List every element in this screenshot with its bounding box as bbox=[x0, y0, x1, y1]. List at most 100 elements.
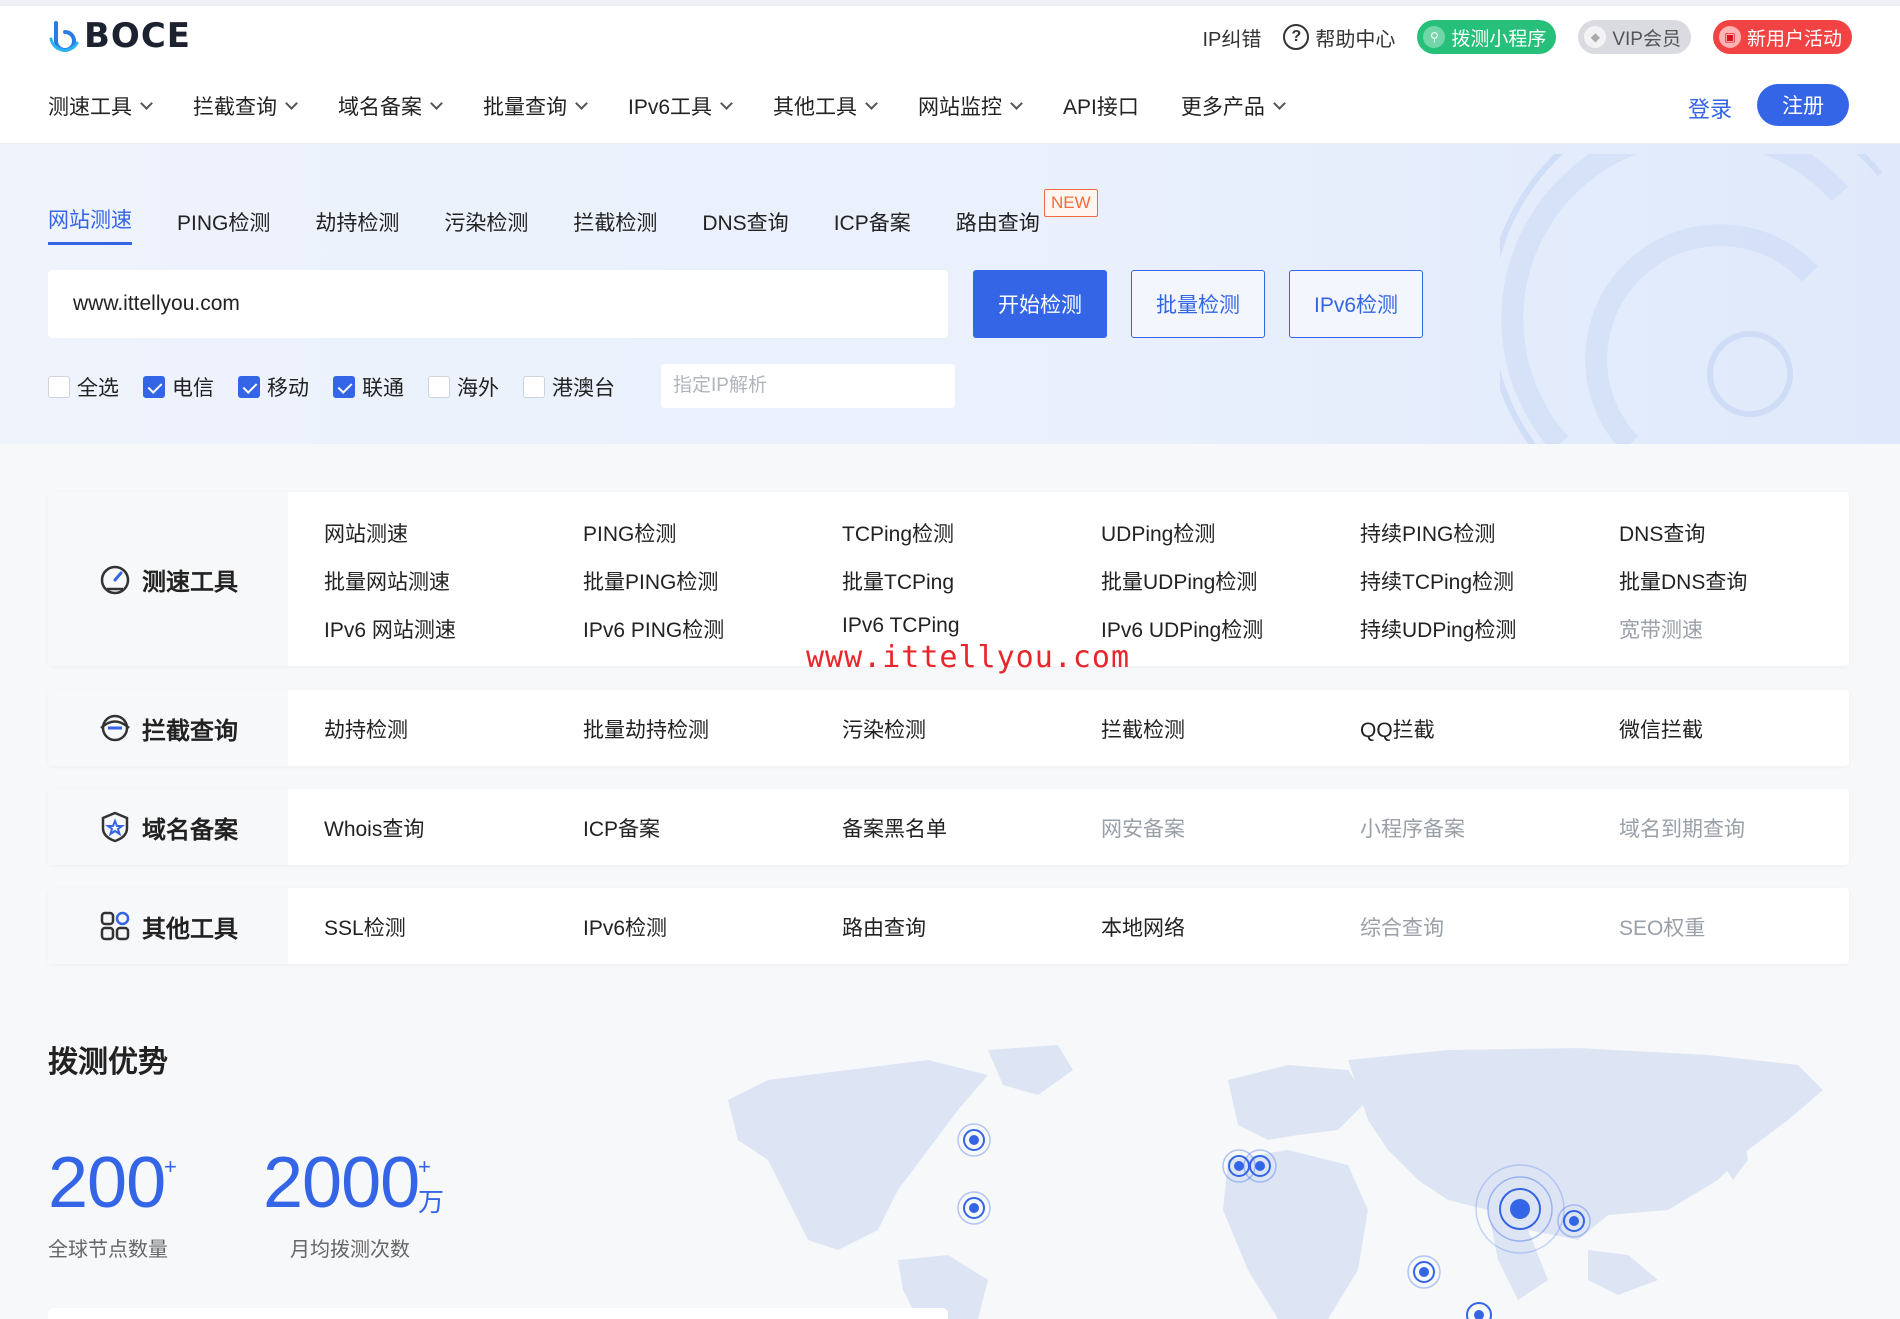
tool-link[interactable]: 本地网络 bbox=[1101, 912, 1185, 942]
tool-link[interactable]: IPv6 TCPing bbox=[842, 614, 960, 638]
tool-link[interactable]: PING检测 bbox=[583, 518, 676, 548]
advantage-title: 拨测优势 bbox=[48, 1046, 168, 1079]
shield-star-icon bbox=[101, 811, 129, 843]
tool-link[interactable]: 小程序备案 bbox=[1360, 813, 1465, 843]
tool-link[interactable]: Whois查询 bbox=[324, 813, 424, 843]
checkbox-select-all[interactable]: 全选 bbox=[48, 372, 119, 402]
tool-link[interactable]: 拦截检测 bbox=[1101, 714, 1185, 744]
tool-link[interactable]: 路由查询 bbox=[842, 912, 926, 942]
tool-link[interactable]: 持续TCPing检测 bbox=[1360, 566, 1514, 596]
tool-link[interactable]: 网站测速 bbox=[324, 518, 408, 548]
nav-label: IPv6工具 bbox=[628, 96, 713, 119]
register-button[interactable]: 注册 bbox=[1757, 84, 1849, 126]
checkbox-unicom[interactable]: 联通 bbox=[333, 372, 404, 402]
tab-intercept[interactable]: 拦截检测 bbox=[573, 207, 657, 245]
search-tabs: 网站测速 PING检测 劫持检测 污染检测 拦截检测 DNS查询 ICP备案 路… bbox=[48, 204, 1085, 245]
batch-check-button[interactable]: 批量检测 bbox=[1131, 270, 1265, 338]
tool-link[interactable]: 宽带测速 bbox=[1619, 614, 1703, 644]
nav-batch[interactable]: 批量查询 bbox=[483, 91, 588, 121]
tool-link[interactable]: 综合查询 bbox=[1360, 912, 1444, 942]
tool-link[interactable]: 劫持检测 bbox=[324, 714, 408, 744]
checkbox-overseas[interactable]: 海外 bbox=[428, 372, 499, 402]
tool-link[interactable]: IPv6 PING检测 bbox=[583, 614, 724, 644]
tool-link[interactable]: 微信拦截 bbox=[1619, 714, 1703, 744]
tool-link[interactable]: 网安备案 bbox=[1101, 813, 1185, 843]
tab-icp[interactable]: ICP备案 bbox=[834, 207, 911, 245]
tab-hijack[interactable]: 劫持检测 bbox=[315, 207, 399, 245]
tab-website-speed[interactable]: 网站测速 bbox=[48, 204, 132, 245]
intercept-title: 拦截查询 bbox=[142, 717, 238, 745]
checkbox-box bbox=[48, 376, 70, 398]
tool-link[interactable]: 域名到期查询 bbox=[1619, 813, 1745, 843]
tool-link[interactable]: TCPing检测 bbox=[842, 518, 954, 548]
tool-link[interactable]: 批量网站测速 bbox=[324, 566, 450, 596]
tab-ping[interactable]: PING检测 bbox=[177, 207, 270, 245]
ip-correction-link[interactable]: IP纠错 bbox=[1202, 23, 1261, 52]
tool-link[interactable]: UDPing检测 bbox=[1101, 518, 1215, 548]
tool-link[interactable]: 持续UDPing检测 bbox=[1360, 614, 1516, 644]
mini-program-button[interactable]: ⚲ 拨测小程序 bbox=[1417, 20, 1557, 54]
nav-api[interactable]: API接口 bbox=[1063, 91, 1139, 121]
world-map-icon bbox=[728, 1045, 1823, 1319]
domain-header: 域名备案 bbox=[48, 789, 288, 865]
vip-button[interactable]: ◆ VIP会员 bbox=[1578, 20, 1691, 54]
checkbox-hk-mo-tw[interactable]: 港澳台 bbox=[523, 372, 615, 402]
ipv6-check-button[interactable]: IPv6检测 bbox=[1289, 270, 1423, 338]
tab-route[interactable]: 路由查询 bbox=[956, 207, 1040, 245]
checkbox-mobile[interactable]: 移动 bbox=[238, 372, 309, 402]
checkbox-label: 港澳台 bbox=[552, 377, 615, 400]
tool-link[interactable]: 批量UDPing检测 bbox=[1101, 566, 1257, 596]
help-center-label: 帮助中心 bbox=[1315, 28, 1396, 51]
tool-link[interactable]: 污染检测 bbox=[842, 714, 926, 744]
checkbox-telecom[interactable]: 电信 bbox=[143, 372, 214, 402]
watermark-text: www.ittellyou.com bbox=[806, 640, 1131, 675]
login-link[interactable]: 登录 bbox=[1688, 92, 1732, 124]
other-tools-header: 其他工具 bbox=[48, 888, 288, 964]
decorative-rings-icon bbox=[1500, 154, 1883, 444]
nav-items: 测速工具 拦截查询 域名备案 批量查询 IPv6工具 其他工具 网站监控 API… bbox=[48, 68, 1326, 144]
nav-intercept[interactable]: 拦截查询 bbox=[193, 91, 298, 121]
new-user-button[interactable]: ▣ 新用户活动 bbox=[1712, 20, 1852, 54]
nav-domain[interactable]: 域名备案 bbox=[338, 91, 443, 121]
tool-link[interactable]: ICP备案 bbox=[583, 813, 660, 843]
node-count-label: 全球节点数量 bbox=[48, 1239, 168, 1261]
tool-link[interactable]: IPv6 网站测速 bbox=[324, 614, 456, 644]
tool-link[interactable]: QQ拦截 bbox=[1360, 714, 1435, 744]
checkbox-box bbox=[428, 376, 450, 398]
tool-link[interactable]: SEO权重 bbox=[1619, 912, 1705, 942]
nav-other-tools[interactable]: 其他工具 bbox=[773, 91, 878, 121]
logo-text: BOCE bbox=[84, 16, 191, 56]
chevron-down-icon bbox=[430, 97, 443, 110]
tool-link[interactable]: 备案黑名单 bbox=[842, 813, 947, 843]
nav-more-products[interactable]: 更多产品 bbox=[1181, 91, 1286, 121]
nav-ipv6[interactable]: IPv6工具 bbox=[628, 91, 733, 121]
node-count-value: 200 bbox=[48, 1143, 166, 1223]
mini-program-icon: ⚲ bbox=[1423, 26, 1446, 48]
nav-label: 域名备案 bbox=[338, 96, 422, 119]
nav-site-monitor[interactable]: 网站监控 bbox=[918, 91, 1023, 121]
monthly-count-value: 2000 bbox=[263, 1143, 420, 1223]
tab-pollution[interactable]: 污染检测 bbox=[444, 207, 528, 245]
tool-link[interactable]: 批量PING检测 bbox=[583, 566, 718, 596]
start-check-button[interactable]: 开始检测 bbox=[973, 270, 1107, 338]
tool-link[interactable]: 批量DNS查询 bbox=[1619, 566, 1747, 596]
speed-tools-header: 测速工具 bbox=[48, 492, 288, 666]
vip-label: VIP会员 bbox=[1612, 28, 1681, 50]
tool-link[interactable]: IPv6检测 bbox=[583, 912, 667, 942]
help-center-link[interactable]: ? 帮助中心 bbox=[1283, 23, 1395, 52]
logo[interactable]: BOCE bbox=[48, 16, 191, 56]
domain-search-input[interactable] bbox=[48, 270, 948, 338]
other-tools-card: 其他工具 SSL检测 IPv6检测 路由查询 本地网络 综合查询 SEO权重 bbox=[48, 888, 1849, 964]
tool-link[interactable]: 持续PING检测 bbox=[1360, 518, 1495, 548]
tool-link[interactable]: SSL检测 bbox=[324, 912, 406, 942]
checkbox-label: 联通 bbox=[362, 377, 404, 400]
other-tools-title: 其他工具 bbox=[142, 915, 238, 943]
chevron-down-icon bbox=[1273, 97, 1286, 110]
nav-speed-tools[interactable]: 测速工具 bbox=[48, 91, 153, 121]
tab-dns[interactable]: DNS查询 bbox=[702, 207, 788, 245]
tool-link[interactable]: 批量TCPing bbox=[842, 566, 954, 596]
tool-link[interactable]: DNS查询 bbox=[1619, 518, 1705, 548]
intercept-header: 拦截查询 bbox=[48, 690, 288, 766]
specify-ip-input[interactable] bbox=[661, 364, 955, 408]
tool-link[interactable]: 批量劫持检测 bbox=[583, 714, 709, 744]
